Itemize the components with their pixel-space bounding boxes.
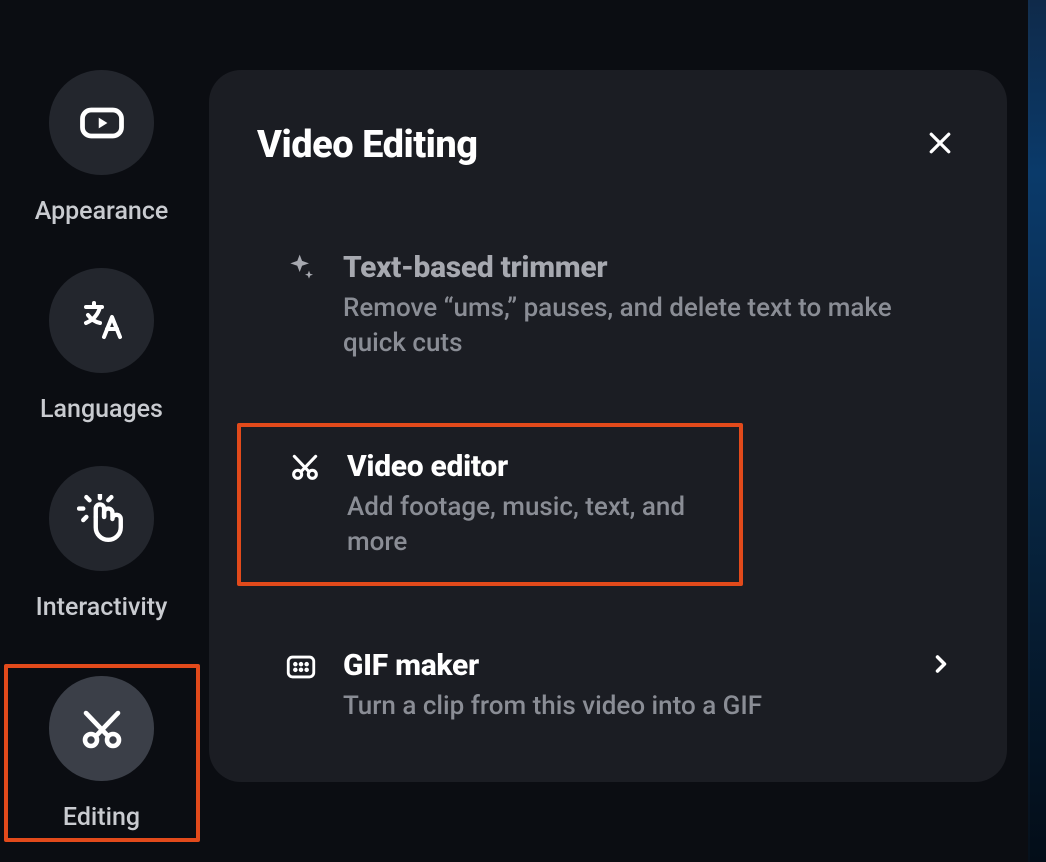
sidebar-item-label: Languages — [40, 395, 163, 424]
panel-title: Video Editing — [257, 123, 478, 167]
background-strip — [1028, 0, 1046, 862]
scissors-icon — [49, 676, 154, 781]
option-title: GIF maker — [343, 648, 479, 683]
option-description: Add footage, music, text, and more — [347, 490, 723, 560]
highlight-sidebar-editing: Editing — [4, 664, 200, 842]
appearance-icon — [49, 70, 154, 175]
sidebar-item-languages[interactable]: Languages — [12, 268, 192, 424]
option-description: Remove “ums,” pauses, and delete text to… — [343, 291, 955, 361]
sidebar-item-label: Appearance — [35, 197, 169, 226]
sidebar-item-interactivity[interactable]: Interactivity — [12, 466, 192, 622]
app-root: Appearance Languages — [0, 0, 1046, 862]
video-editing-panel: Video Editing Text-based trim — [209, 70, 1007, 782]
sidebar-item-label: Editing — [63, 803, 140, 832]
option-title: Video editor — [347, 449, 508, 484]
option-description: Turn a clip from this video into a GIF — [343, 689, 955, 724]
option-title: Text-based trimmer — [343, 250, 607, 285]
interactivity-icon — [49, 466, 154, 571]
option-text-trimmer[interactable]: Text-based trimmer Remove “ums,” pauses,… — [257, 248, 963, 363]
gif-icon — [281, 648, 321, 684]
highlight-video-editor: Video editor Add footage, music, text, a… — [237, 423, 743, 586]
sidebar-item-editing[interactable]: Editing — [12, 676, 192, 832]
close-icon — [925, 128, 955, 158]
settings-sidebar: Appearance Languages — [0, 0, 203, 862]
sidebar-item-appearance[interactable]: Appearance — [12, 70, 192, 226]
panel-options: Text-based trimmer Remove “ums,” pauses,… — [257, 248, 963, 726]
sparkle-icon — [281, 250, 321, 284]
sidebar-item-label: Interactivity — [36, 593, 168, 622]
close-button[interactable] — [919, 122, 961, 168]
scissors-icon — [285, 449, 325, 483]
option-gif-maker[interactable]: GIF maker Turn a clip from this video in… — [257, 646, 963, 726]
translate-icon — [49, 268, 154, 373]
option-video-editor[interactable]: Video editor Add footage, music, text, a… — [241, 447, 731, 562]
panel-header: Video Editing — [257, 122, 963, 168]
chevron-right-icon — [927, 650, 955, 682]
